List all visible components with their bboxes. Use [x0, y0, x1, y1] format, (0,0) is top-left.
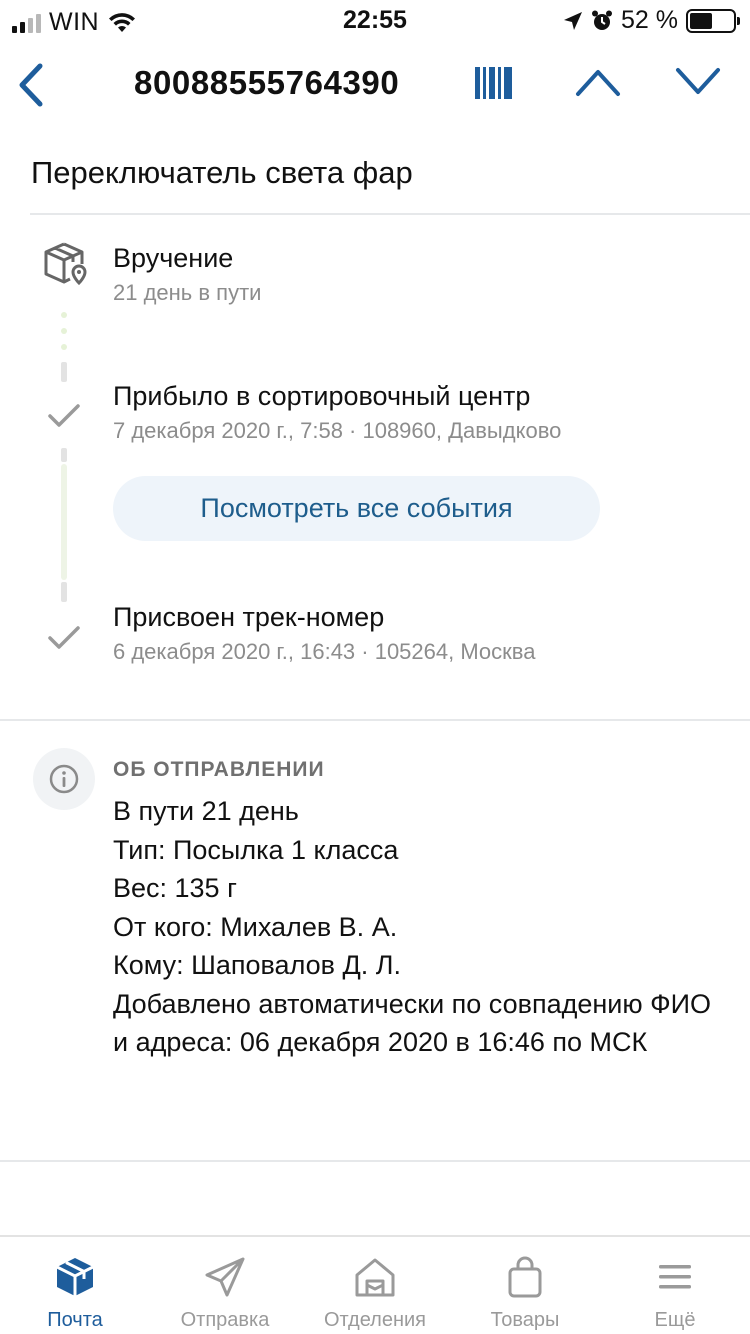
info-icon-badge	[33, 748, 95, 810]
battery-percent: 52 %	[621, 6, 678, 34]
shipment-info-text: В пути 21 день Тип: Посылка 1 класса Вес…	[113, 792, 723, 1062]
tab-goods[interactable]: Товары	[450, 1237, 600, 1334]
tab-mail[interactable]: Почта	[0, 1237, 150, 1334]
tab-label: Отделения	[323, 1309, 427, 1331]
info-line: Кому: Шаповалов Д. Л.	[113, 950, 401, 980]
event-title: Прибыло в сортировочный центр	[113, 381, 531, 411]
menu-icon	[659, 1265, 691, 1289]
delivery-status-title: Вручение	[113, 243, 234, 273]
tab-offices[interactable]: Отделения	[300, 1237, 450, 1334]
divider	[30, 213, 750, 215]
shopping-bag-icon	[508, 1256, 542, 1298]
paper-plane-icon	[205, 1257, 245, 1297]
package-location-icon	[44, 242, 87, 286]
tab-label: Отправка	[180, 1309, 270, 1331]
battery-icon	[686, 8, 740, 33]
info-line: Добавлено автоматически по совпадению ФИ…	[113, 988, 712, 1058]
info-icon	[49, 764, 79, 794]
event-subtitle: 7 декабря 2020 г., 7:58 · 108960, Давыдк…	[113, 418, 562, 443]
post-office-icon	[355, 1258, 395, 1297]
timeline-segment	[61, 448, 67, 462]
info-line: Вес: 135 г	[113, 873, 237, 903]
item-title: Переключатель света фар	[31, 155, 413, 190]
checkmark-icon	[48, 626, 80, 649]
timeline-dot	[61, 344, 67, 350]
timeline-segment	[61, 464, 67, 580]
alarm-icon	[592, 10, 613, 30]
chevron-down-icon[interactable]	[674, 64, 722, 100]
tab-send[interactable]: Отправка	[150, 1237, 300, 1334]
timeline-dot	[61, 312, 67, 318]
tab-label: Товары	[490, 1309, 560, 1331]
chevron-up-icon[interactable]	[574, 64, 622, 100]
event-subtitle: 6 декабря 2020 г., 16:43 · 105264, Москв…	[113, 639, 536, 664]
info-line: В пути 21 день	[113, 796, 299, 826]
event-title: Присвоен трек-номер	[113, 602, 385, 632]
timeline-dot	[61, 328, 67, 334]
view-all-events-button[interactable]: Посмотреть все события	[113, 476, 600, 541]
tab-label: Ещё	[654, 1309, 696, 1331]
barcode-icon[interactable]	[474, 66, 514, 100]
delivery-status-subtitle: 21 день в пути	[113, 280, 262, 305]
back-chevron-icon[interactable]	[14, 62, 48, 108]
timeline-segment	[61, 362, 67, 382]
tab-more[interactable]: Ещё	[600, 1237, 750, 1334]
tab-label: Почта	[47, 1309, 103, 1331]
parcel-box-icon	[56, 1258, 94, 1296]
navigation-bar: 80088555764390	[0, 50, 750, 120]
divider	[0, 1160, 750, 1162]
status-bar: WIN 22:55 52 %	[0, 0, 750, 40]
battery-fill	[690, 12, 712, 29]
tracking-number: 80088555764390	[134, 64, 400, 101]
divider	[0, 719, 750, 721]
status-right: 52 %	[563, 6, 740, 35]
location-arrow-icon	[564, 11, 583, 30]
info-line: От кого: Михалев В. А.	[113, 911, 398, 942]
tab-bar: Почта Отправка Отделения Товары Ещё	[0, 1235, 750, 1334]
info-line: Тип: Посылка 1 класса	[113, 834, 399, 865]
shipment-info-header: ОБ ОТПРАВЛЕНИИ	[113, 758, 325, 781]
checkmark-icon	[48, 404, 80, 427]
timeline-segment	[61, 582, 67, 602]
